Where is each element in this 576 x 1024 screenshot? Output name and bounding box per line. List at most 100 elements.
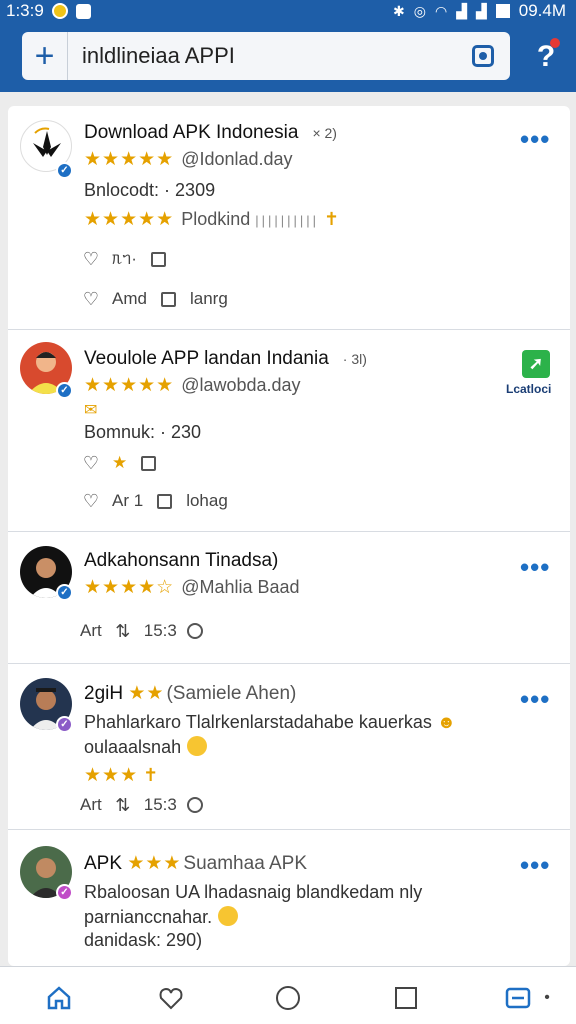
action-row: Art ⇅ 15:3 xyxy=(80,620,203,642)
search-input[interactable]: inldlineiaa APPI xyxy=(68,43,472,69)
post-text: parnianccnahar. xyxy=(84,906,239,928)
heart-icon[interactable]: ♡ xyxy=(80,452,102,474)
verified-icon: ✓ xyxy=(56,716,73,733)
post-card[interactable]: ✓ APK ★★★ Suamhaa APK Rbaloosan UA lhadas… xyxy=(8,830,570,966)
handle-text: @Idonlad.day xyxy=(181,149,293,169)
verified-icon: ✓ xyxy=(56,584,73,601)
rating-line: ★★★★★ @Idonlad.day xyxy=(84,148,293,171)
emoji-icon: ☻ xyxy=(436,712,456,732)
share-icon[interactable] xyxy=(150,251,166,267)
messages-icon[interactable] xyxy=(504,983,534,1013)
post-title[interactable]: Veoulole APP landan Indania · 3l) xyxy=(84,348,367,370)
comment-label: lohag xyxy=(186,491,228,510)
smile-emoji-icon xyxy=(187,736,208,756)
time-label: 15:3 xyxy=(143,795,177,814)
share-icon[interactable] xyxy=(141,455,157,471)
star-rating: ★★★★☆ xyxy=(84,577,175,598)
post-text: Rbaloosan UA lhadasnaig blandkedam nly xyxy=(84,882,423,902)
alarm-icon: ◎ xyxy=(413,3,426,19)
star-icon: ★ xyxy=(112,453,128,472)
app-header: + inldlineiaa APPI ? xyxy=(0,22,576,92)
rating-line: ★★★★★ @lawobda.day xyxy=(84,374,301,397)
rating-line: ★★★ ✝ xyxy=(84,764,158,787)
repost-icon[interactable]: ⇅ xyxy=(112,620,134,642)
handle-text: Suamhaa APK xyxy=(183,853,308,874)
verified-icon: ✓ xyxy=(56,382,73,399)
favorites-icon[interactable] xyxy=(156,983,186,1013)
handle-text: @lawobda.day xyxy=(181,375,301,395)
handle-text: @Mahlia Baad xyxy=(181,577,300,597)
post-card[interactable]: ✓ Adkahonsann Tinadsa) ★★★★☆ @Mahlia Baa… xyxy=(8,532,570,664)
rating-bar-icon: |||||||||| xyxy=(255,213,320,228)
rating-line: ★★★★☆ @Mahlia Baad xyxy=(84,576,300,599)
post-title[interactable]: Download APK Indonesia × 2) xyxy=(84,122,337,144)
post-title[interactable]: Adkahonsann Tinadsa) xyxy=(84,550,278,572)
post-title[interactable]: 2giH ★★ (Samiele Ahen) xyxy=(84,682,296,705)
search-bar[interactable]: + inldlineiaa APPI xyxy=(22,32,510,80)
home-icon[interactable] xyxy=(44,983,74,1013)
comment-icon[interactable] xyxy=(157,493,173,509)
star-rating: ★★ xyxy=(128,683,165,704)
smile-emoji-icon xyxy=(218,906,239,926)
heart-icon[interactable]: ♡ xyxy=(80,490,102,512)
action-row: Art ⇅ 15:3 xyxy=(80,794,203,816)
heart-icon[interactable]: ♡ xyxy=(80,288,102,310)
rating-line-2: ★★★★★ Plodkind |||||||||| ✝ xyxy=(84,209,340,230)
star-rating: ★★★ xyxy=(84,765,139,786)
bluetooth-icon: ✱ xyxy=(393,3,405,19)
add-button[interactable]: + xyxy=(22,32,68,80)
feed: ✓ Download APK Indonesia × 2) ★★★★★ @Idon… xyxy=(8,106,570,966)
time-label: 15:3 xyxy=(143,621,177,640)
like-count: Amd xyxy=(112,289,147,308)
bottom-nav: • xyxy=(0,966,576,1024)
recent-apps-icon[interactable] xyxy=(391,983,421,1013)
more-icon[interactable]: ••• xyxy=(520,852,550,880)
clock-icon xyxy=(186,623,203,639)
post-card[interactable]: ✓ 2giH ★★ (Samiele Ahen) Phahlarkaro Tlal… xyxy=(8,664,570,830)
notification-badge xyxy=(550,38,560,48)
post-meta: danidask: 290) xyxy=(84,930,203,950)
post-card[interactable]: ✓ Download APK Indonesia × 2) ★★★★★ @Idon… xyxy=(8,106,570,330)
verified-icon: ✓ xyxy=(56,884,73,901)
star-rating: ★★★★★ xyxy=(84,375,175,396)
post-meta: Bnlocodt: · 2309 xyxy=(84,180,216,200)
star-rating: ★★★★★ xyxy=(84,209,175,230)
install-icon[interactable]: ➚ xyxy=(522,350,550,378)
reaction-row: ♡ ★ xyxy=(80,452,160,474)
circle-home-icon[interactable] xyxy=(273,983,303,1013)
post-meta: Bomnuk: · 230 xyxy=(84,422,202,442)
post-card[interactable]: ✓ Veoulole APP landan Indania · 3l) ★★★★★… xyxy=(8,330,570,532)
wifi-icon: ◠ xyxy=(434,3,448,19)
action-row: ♡ Ar 1 lohag xyxy=(80,490,228,512)
star-rating: ★★★★★ xyxy=(84,149,175,170)
verified-icon: ✓ xyxy=(56,162,73,179)
more-icon[interactable]: ••• xyxy=(520,686,550,714)
heart-icon[interactable]: ♡ xyxy=(80,248,102,270)
app-notification-icon xyxy=(75,3,91,19)
star-rating: ★★★ xyxy=(127,853,182,874)
clock-icon xyxy=(186,797,203,813)
pin-icon: ✝ xyxy=(143,765,159,785)
camera-icon[interactable] xyxy=(472,45,494,67)
handle-text: (Samiele Ahen) xyxy=(166,683,297,704)
action-row: ♡ Amd lanrg xyxy=(80,288,228,310)
reaction-row: ♡ ᥰᥐ· xyxy=(80,248,170,270)
action-label: Art xyxy=(80,621,102,640)
post-title[interactable]: APK ★★★ Suamhaa APK xyxy=(84,852,307,875)
status-clock: 09.4M xyxy=(518,1,566,20)
badge-label: Lcatloci xyxy=(506,382,552,396)
battery-icon xyxy=(495,4,510,18)
more-icon[interactable]: ••• xyxy=(520,554,550,582)
comment-icon[interactable] xyxy=(160,291,176,307)
post-text: Phahlarkaro Tlalrkenlarstadahabe kauerka… xyxy=(84,712,456,732)
signal-icon: ▟ xyxy=(456,3,467,19)
pin-icon: ✝ xyxy=(324,209,340,229)
more-icon[interactable]: ••• xyxy=(520,126,550,154)
gift-icon: ✉ xyxy=(84,402,98,419)
menu-dot-icon[interactable]: • xyxy=(538,983,556,1013)
like-count: Ar 1 xyxy=(112,491,144,510)
repost-icon[interactable]: ⇅ xyxy=(112,794,134,816)
action-label: Art xyxy=(80,795,102,814)
status-time: 1:3:9 xyxy=(6,1,44,20)
signal2-icon: ▟ xyxy=(475,3,487,19)
